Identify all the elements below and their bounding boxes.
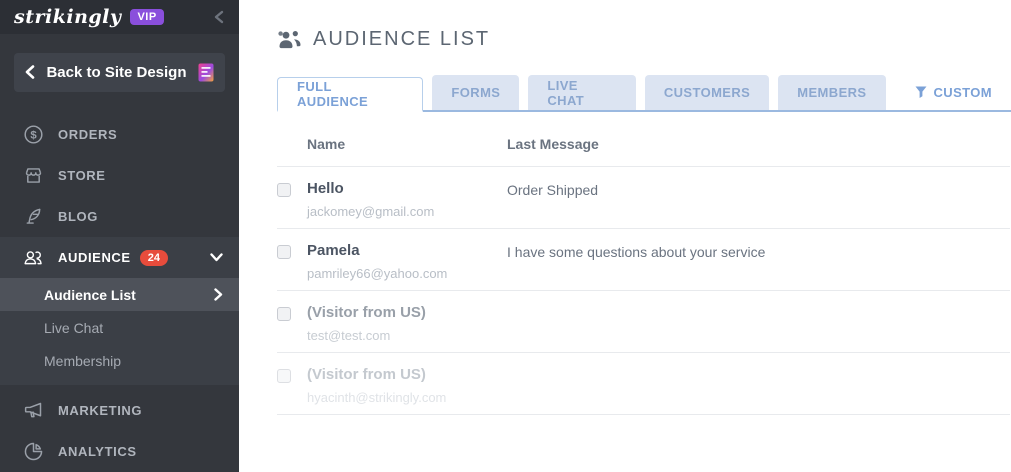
tab-bar: FULL AUDIENCE FORMS LIVE CHAT CUSTOMERS …	[277, 75, 1011, 112]
last-message-column-header: Last Message	[507, 136, 599, 152]
tab-customers[interactable]: CUSTOMERS	[644, 75, 770, 110]
tab-label: MEMBERS	[797, 85, 867, 100]
storefront-icon	[22, 165, 44, 186]
main-content: AUDIENCE LIST FULL AUDIENCE FORMS LIVE C…	[239, 0, 1011, 472]
audience-table: Name Last Message Hello jackomey@gmail.c…	[277, 126, 1010, 415]
row-checkbox[interactable]	[277, 369, 291, 383]
audience-submenu: Audience List Live Chat Membership	[0, 278, 239, 385]
tab-label: CUSTOMERS	[663, 85, 751, 100]
checkbox-column-header	[277, 136, 307, 152]
vip-badge: VIP	[130, 8, 164, 25]
back-to-site-design-button[interactable]: Back to Site Design	[14, 52, 225, 92]
sidebar-item-label: MARKETING	[58, 403, 143, 418]
audience-section: AUDIENCE 24 Audience List Live Chat Memb…	[0, 237, 239, 385]
sidebar-item-label: STORE	[58, 168, 106, 183]
last-message: I have some questions about your service	[507, 244, 766, 260]
people-icon	[22, 247, 44, 268]
contact-email: hyacinth@strikingly.com	[307, 390, 447, 405]
tab-members[interactable]: MEMBERS	[778, 75, 886, 110]
page-header: AUDIENCE LIST	[277, 28, 1011, 51]
chevron-down-icon[interactable]	[210, 253, 223, 262]
sidebar-item-label: AUDIENCE	[58, 250, 131, 265]
sidebar-item-label: ORDERS	[58, 127, 118, 142]
sidebar-item-label: ANALYTICS	[58, 444, 137, 459]
quill-icon	[22, 206, 44, 227]
collapse-sidebar-icon[interactable]	[213, 10, 225, 24]
sidebar: strikingly VIP Back to Site Design $ ORD…	[0, 0, 239, 472]
back-button-label: Back to Site Design	[46, 63, 187, 81]
sidebar-item-marketing[interactable]: MARKETING	[0, 390, 239, 431]
sidebar-subitem-membership[interactable]: Membership	[0, 344, 239, 377]
sidebar-item-blog[interactable]: BLOG	[0, 196, 239, 237]
sidebar-nav: $ ORDERS STORE BLOG AUDIENCE 24 Audience…	[0, 114, 239, 472]
table-row: Pamela pamriley66@yahoo.com I have some …	[277, 229, 1010, 291]
megaphone-icon	[22, 400, 44, 421]
tab-full-audience[interactable]: FULL AUDIENCE	[277, 77, 424, 112]
sidebar-item-store[interactable]: STORE	[0, 155, 239, 196]
contact-email: pamriley66@yahoo.com	[307, 266, 448, 281]
tab-custom[interactable]: CUSTOM	[896, 75, 1011, 110]
funnel-icon	[915, 86, 927, 99]
last-message: Order Shipped	[507, 182, 599, 198]
row-checkbox[interactable]	[277, 183, 291, 197]
contact-name[interactable]: Pamela	[307, 242, 507, 259]
strikingly-logo: strikingly	[14, 5, 122, 28]
sidebar-item-label: BLOG	[58, 209, 98, 224]
chevron-right-icon	[214, 288, 223, 301]
dollar-circle-icon: $	[22, 124, 44, 145]
row-checkbox[interactable]	[277, 245, 291, 259]
tab-forms[interactable]: FORMS	[432, 75, 520, 110]
table-row: (Visitor from US) hyacinth@strikingly.co…	[277, 353, 1010, 415]
site-document-icon	[198, 63, 214, 82]
last-message	[507, 304, 1010, 352]
sidebar-subitem-live-chat[interactable]: Live Chat	[0, 311, 239, 344]
submenu-label: Audience List	[44, 286, 136, 303]
sidebar-item-analytics[interactable]: ANALYTICS	[0, 431, 239, 472]
contact-name[interactable]: Hello	[307, 180, 507, 197]
users-group-icon	[278, 30, 301, 48]
contact-name[interactable]: (Visitor from US)	[307, 304, 507, 321]
pie-chart-icon	[22, 441, 44, 462]
row-checkbox[interactable]	[277, 307, 291, 321]
audience-count-badge: 24	[139, 249, 168, 266]
sidebar-item-orders[interactable]: $ ORDERS	[0, 114, 239, 155]
tab-live-chat[interactable]: LIVE CHAT	[528, 75, 636, 110]
table-header-row: Name Last Message	[277, 126, 1010, 167]
sidebar-subitem-audience-list[interactable]: Audience List	[0, 278, 239, 311]
tab-label: CUSTOM	[933, 85, 992, 100]
page-title: AUDIENCE LIST	[313, 28, 491, 50]
name-column-header: Name	[307, 136, 346, 152]
table-row: (Visitor from US) test@test.com	[277, 291, 1010, 353]
app-window: strikingly VIP Back to Site Design $ ORD…	[0, 0, 1011, 472]
tab-label: FULL AUDIENCE	[297, 79, 369, 109]
sidebar-header: strikingly VIP	[0, 0, 239, 34]
contact-email: jackomey@gmail.com	[307, 204, 435, 219]
tab-label: FORMS	[451, 85, 501, 100]
tab-label: LIVE CHAT	[547, 77, 585, 108]
contact-name[interactable]: (Visitor from US)	[307, 366, 507, 383]
sidebar-item-audience[interactable]: AUDIENCE 24	[0, 237, 239, 278]
submenu-label: Membership	[44, 352, 122, 369]
last-message	[507, 366, 1010, 414]
chevron-left-icon	[26, 65, 35, 80]
contact-email: test@test.com	[307, 328, 391, 343]
svg-text:$: $	[30, 129, 37, 141]
table-row: Hello jackomey@gmail.com Order Shipped	[277, 167, 1010, 229]
submenu-label: Live Chat	[44, 319, 104, 336]
